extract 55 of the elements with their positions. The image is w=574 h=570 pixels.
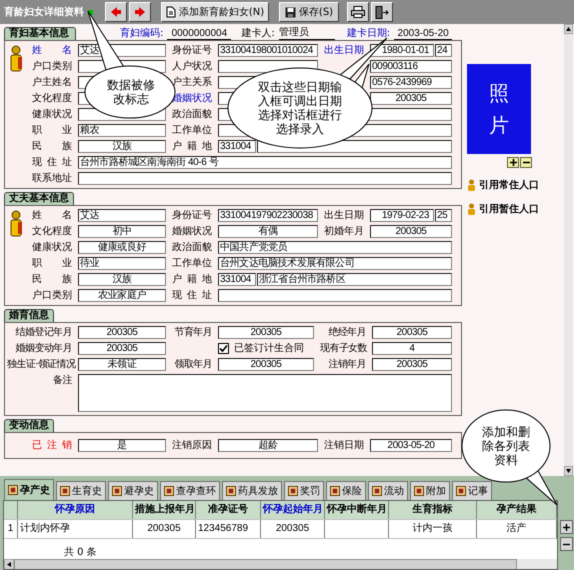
table-cell: 计划内怀孕 [18,520,133,538]
field-label: 工作单位 [172,124,212,137]
field-label: 职业 [32,124,72,137]
field-label: 健康状况 [32,108,72,121]
table-cell: 活产 [477,520,557,538]
field-label: 人户状况 [172,60,212,73]
field-label: 健康状况 [32,241,72,254]
field-label: 绝经年月 [327,326,366,339]
row-number: 1 [4,520,18,538]
table-cell: 200305 [133,520,196,538]
code-label: 育妇编码: [120,26,164,40]
field-label: 注销日期 [324,439,364,452]
field-label: 初婚年月 [324,225,364,238]
field-label: 职业 [32,257,72,270]
field-label: 身份证号 [172,209,212,222]
field-label: 政治面貌 [172,241,212,254]
table-cell: 123456789 [196,520,261,538]
field-label: 注销原因 [172,439,212,452]
field-label: 文化程度 [32,92,72,105]
table-cell: 计内一孩 [389,520,477,538]
field-label: 户口类别 [32,289,72,302]
field-label: 政治面貌 [172,108,212,121]
field-label: 民族 [32,273,72,286]
field-label: 现住址 [32,156,72,169]
field-label: 出生日期 [324,44,364,57]
field-label: 户口类别 [32,60,72,73]
field-label: 节育年月 [173,326,212,339]
field-label: 身份证号 [172,44,212,57]
field-label: 婚姻变动年月 [14,342,72,355]
field-label: 民族 [32,140,72,153]
field-label: 姓名 [32,44,72,57]
creator-label: 建卡人: [241,26,275,40]
field-label: 户籍地 [172,140,212,153]
age-field: 24 [435,44,452,57]
window-title: 育龄妇女详细资料 [4,5,84,19]
field-label: 现有子女数 [320,342,366,355]
field-label: 户主关系 [172,76,212,89]
field-label: 户籍地 [172,273,212,286]
field-label: 户主姓名 [32,76,72,89]
field-label: 工作单位 [172,257,212,270]
field-label: 婚姻状况 [172,225,212,238]
card-date-label: 建卡日期: [346,26,390,40]
field-label: 出生日期 [324,209,364,222]
field-label: 姓名 [32,209,72,222]
field-label: 现住址 [172,289,212,302]
field-label: 领取年月 [173,358,212,371]
field-label: 注销年月 [327,358,366,371]
field-label: 备注 [52,374,72,387]
record-count: 共 0 条 [64,546,98,559]
field-label: 已注销 [32,439,72,452]
field-label: 结婚登记年月 [14,326,72,339]
age-field: 25 [435,209,452,222]
field-label: 联系地址 [32,172,72,185]
table-cell: 200305 [261,520,325,538]
field-label: 文化程度 [32,225,72,238]
